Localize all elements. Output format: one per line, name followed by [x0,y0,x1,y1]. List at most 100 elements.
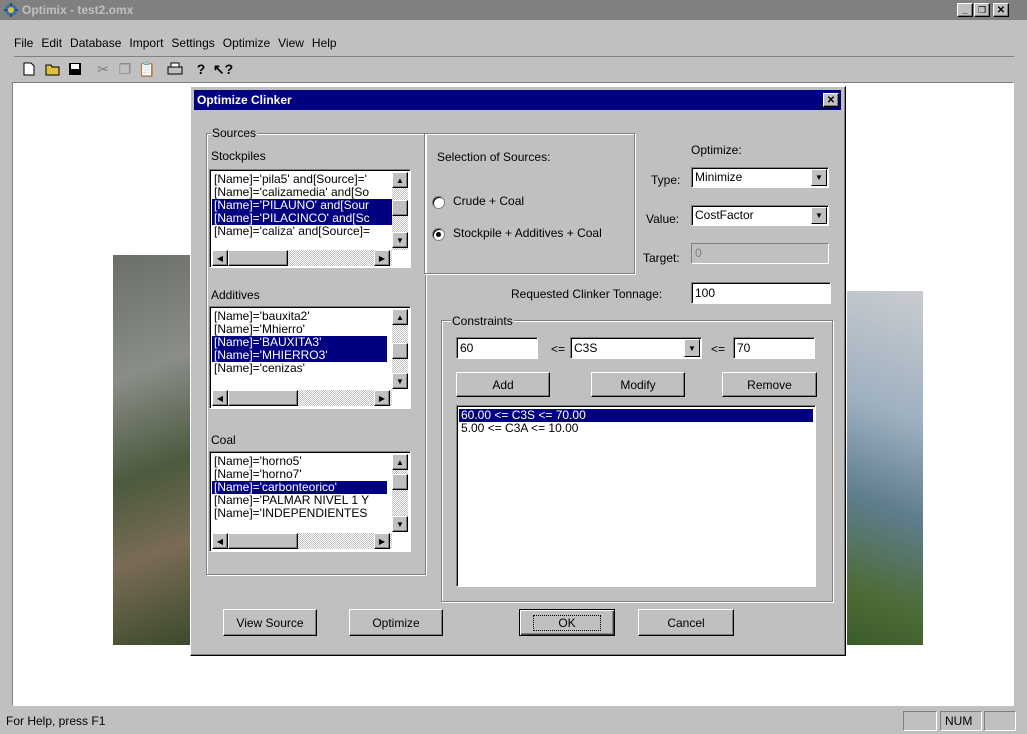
print-icon[interactable] [166,60,184,78]
arrow-up-icon: ▲ [396,457,404,467]
scroll-up-button[interactable]: ▲ [392,454,408,470]
close-button[interactable]: ✕ [993,3,1009,17]
scroll-down-button[interactable]: ▼ [392,373,408,389]
scroll-thumb[interactable] [228,250,288,266]
menu-settings[interactable]: Settings [167,34,218,52]
add-button[interactable]: Add [456,372,550,397]
tonnage-input[interactable]: 100 [691,282,831,304]
stockpiles-listbox[interactable]: [Name]='pila5' and[Source]=' [Name]='cal… [209,169,411,268]
scroll-down-button[interactable]: ▼ [392,232,408,248]
list-item[interactable]: [Name]='PALMAR NIVEL 1 Y [212,494,387,507]
target-label: Target: [643,251,680,265]
chevron-down-icon[interactable]: ▼ [684,339,700,357]
menu-file[interactable]: File [14,34,37,52]
chevron-down-icon[interactable]: ▼ [811,169,827,186]
optimize-button[interactable]: Optimize [349,609,443,636]
arrow-left-icon: ◀ [216,393,224,403]
radio-crude-coal[interactable]: Crude + Coal [431,194,621,210]
additives-list: [Name]='bauxita2' [Name]='Mhierro' [Name… [212,310,387,375]
close-icon: ✕ [996,4,1006,16]
cancel-button[interactable]: Cancel [638,609,734,636]
tonnage-value: 100 [695,286,716,300]
value-combobox[interactable]: CostFactor ▼ [691,205,829,226]
constraints-group-label: Constraints [451,314,514,328]
scroll-thumb[interactable] [392,343,408,359]
arrow-up-icon: ▲ [396,312,404,322]
minimize-icon: _ [962,5,968,15]
list-item[interactable]: [Name]='PILAUNO' and[Sour [212,199,392,212]
type-combobox[interactable]: Minimize ▼ [691,167,829,188]
new-file-icon[interactable] [20,60,38,78]
modify-button[interactable]: Modify [591,372,685,397]
scroll-right-button[interactable]: ▶ [374,390,390,406]
menu-database[interactable]: Database [66,34,125,52]
save-icon[interactable] [66,60,84,78]
maximize-button[interactable]: ❐ [974,3,990,17]
list-item[interactable]: [Name]='INDEPENDIENTES [212,507,387,520]
view-source-button[interactable]: View Source [223,609,317,636]
remove-button[interactable]: Remove [722,372,817,397]
scroll-left-button[interactable]: ◀ [212,533,228,549]
scroll-thumb[interactable] [228,390,298,406]
target-input[interactable]: 0 [691,243,829,264]
dialog-close-button[interactable]: ✕ [823,93,839,107]
stockpiles-label: Stockpiles [211,149,266,163]
scroll-right-button[interactable]: ▶ [374,250,390,266]
scroll-up-button[interactable]: ▲ [392,172,408,188]
chevron-down-icon[interactable]: ▼ [811,207,827,224]
scroll-up-button[interactable]: ▲ [392,309,408,325]
list-item[interactable]: [Name]='pila5' and[Source]=' [212,173,392,186]
list-item[interactable]: [Name]='horno7' [212,468,387,481]
additives-listbox[interactable]: [Name]='bauxita2' [Name]='Mhierro' [Name… [209,306,411,409]
scroll-left-button[interactable]: ◀ [212,390,228,406]
copy-icon[interactable]: ❐ [116,60,134,78]
list-item[interactable]: [Name]='PILACINCO' and[Sc [212,212,392,225]
constraint-variable-combobox[interactable]: C3S ▼ [570,337,702,359]
list-item[interactable]: [Name]='bauxita2' [212,310,387,323]
optimize-clinker-dialog: Optimize Clinker ✕ Sources Stockpiles [N… [190,86,846,656]
constraint-max-input[interactable]: 70 [733,337,815,359]
list-item[interactable]: [Name]='caliza' and[Source]= [212,225,392,238]
scroll-thumb[interactable] [228,533,298,549]
constraint-min-input[interactable]: 60 [456,337,538,359]
list-item[interactable]: [Name]='Mhierro' [212,323,387,336]
cut-icon[interactable]: ✂ [94,60,112,78]
context-help-icon[interactable]: ↖? [213,60,233,78]
dialog-titlebar[interactable]: Optimize Clinker ✕ [194,90,841,110]
list-item[interactable]: [Name]='calizamedia' and[So [212,186,392,199]
list-item[interactable]: 60.00 <= C3S <= 70.00 [459,409,813,422]
radio-button[interactable] [432,196,445,209]
radio-button-selected[interactable] [432,228,445,241]
main-titlebar[interactable]: Optimix - test2.omx _ ❐ ✕ [0,0,1027,20]
ok-button-label: OK [533,614,601,631]
scroll-down-button[interactable]: ▼ [392,516,408,532]
list-item[interactable]: [Name]='horno5' [212,455,387,468]
open-folder-icon[interactable] [44,60,62,78]
menu-import[interactable]: Import [125,34,167,52]
plant-photo-left [113,255,193,645]
coal-listbox[interactable]: [Name]='horno5' [Name]='horno7' [Name]='… [209,451,411,552]
menu-help[interactable]: Help [308,34,341,52]
constraint-variable-value: C3S [574,341,598,355]
scroll-thumb[interactable] [392,200,408,216]
menu-optimize[interactable]: Optimize [219,34,274,52]
list-item[interactable]: [Name]='BAUXITA3' [212,336,387,349]
scroll-thumb[interactable] [392,474,408,490]
status-bar: For Help, press F1 NUM [0,706,1027,734]
constraints-listbox[interactable]: 60.00 <= C3S <= 70.00 5.00 <= C3A <= 10.… [456,405,816,587]
constraint-op-left: <= [551,342,566,356]
scroll-left-button[interactable]: ◀ [212,250,228,266]
list-item[interactable]: [Name]='carbonteorico' [212,481,387,494]
sources-group-label: Sources [211,126,258,140]
menu-edit[interactable]: Edit [37,34,66,52]
list-item[interactable]: [Name]='MHIERRO3' [212,349,387,362]
radio-stockpile-additives-coal[interactable]: Stockpile + Additives + Coal [431,226,631,242]
minimize-button[interactable]: _ [957,3,973,17]
list-item[interactable]: [Name]='cenizas' [212,362,387,375]
menu-view[interactable]: View [274,34,308,52]
scroll-right-button[interactable]: ▶ [374,533,390,549]
ok-button[interactable]: OK [519,609,615,636]
help-icon[interactable]: ? [192,60,210,78]
paste-icon[interactable]: 📋 [138,60,156,78]
list-item[interactable]: 5.00 <= C3A <= 10.00 [459,422,813,435]
